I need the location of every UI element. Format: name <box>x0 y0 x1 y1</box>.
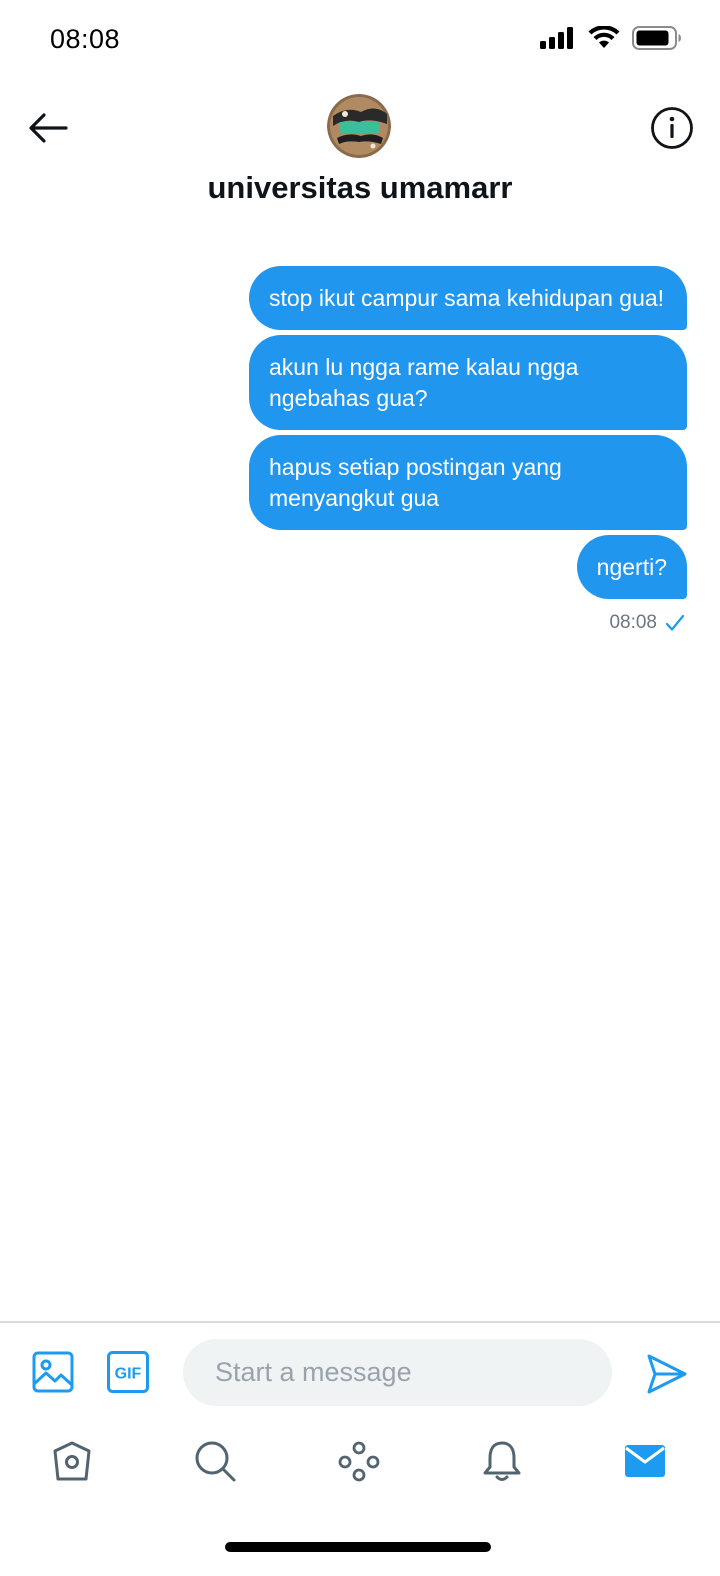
message-bubble[interactable]: akun lu ngga rame kalau ngga ngebahas gu… <box>249 335 687 430</box>
tab-notifications[interactable] <box>478 1437 526 1485</box>
status-bar: 08:08 <box>0 0 720 82</box>
contact-name[interactable]: universitas umamarr <box>0 170 720 206</box>
avatar-image <box>327 94 391 158</box>
message-bubble[interactable]: hapus setiap postingan yang menyangkut g… <box>249 435 687 530</box>
conversation-header: universitas umamarr <box>0 82 720 222</box>
conversation-info-button[interactable] <box>648 104 696 152</box>
home-icon <box>53 1441 91 1481</box>
search-icon <box>195 1441 236 1482</box>
add-image-button[interactable] <box>30 1349 76 1395</box>
message-bubble[interactable]: stop ikut campur sama kehidupan gua! <box>249 266 687 330</box>
messages-icon <box>625 1445 665 1477</box>
send-icon <box>647 1354 687 1394</box>
battery-icon <box>632 26 681 50</box>
spaces-icon <box>338 1441 380 1482</box>
tab-search[interactable] <box>191 1437 239 1485</box>
send-button[interactable] <box>644 1351 690 1397</box>
message-input[interactable] <box>183 1339 612 1406</box>
image-icon <box>32 1351 74 1393</box>
tab-spaces[interactable] <box>335 1437 383 1485</box>
svg-text:GIF: GIF <box>115 1366 142 1383</box>
back-button[interactable] <box>24 104 72 152</box>
gif-icon: GIF <box>107 1351 149 1393</box>
back-arrow-icon <box>29 113 68 143</box>
info-icon <box>651 107 693 149</box>
notifications-icon <box>483 1441 521 1481</box>
sent-check-icon <box>665 614 685 631</box>
message-bubble[interactable]: ngerti? <box>576 535 687 599</box>
home-indicator[interactable] <box>225 1542 491 1552</box>
message-composer: GIF <box>0 1321 720 1421</box>
message-timestamp: 08:08 <box>609 612 657 633</box>
tab-messages[interactable] <box>621 1437 669 1485</box>
avatar[interactable] <box>327 94 391 158</box>
bottom-tab-bar <box>0 1421 720 1501</box>
signal-icon <box>540 27 573 49</box>
message-list: stop ikut campur sama kehidupan gua! aku… <box>247 266 687 634</box>
message-meta: 08:08 <box>609 612 687 634</box>
tab-home[interactable] <box>48 1437 96 1485</box>
add-gif-button[interactable]: GIF <box>105 1349 151 1395</box>
wifi-icon <box>588 26 620 48</box>
status-icons <box>540 26 682 50</box>
status-time: 08:08 <box>50 24 121 54</box>
